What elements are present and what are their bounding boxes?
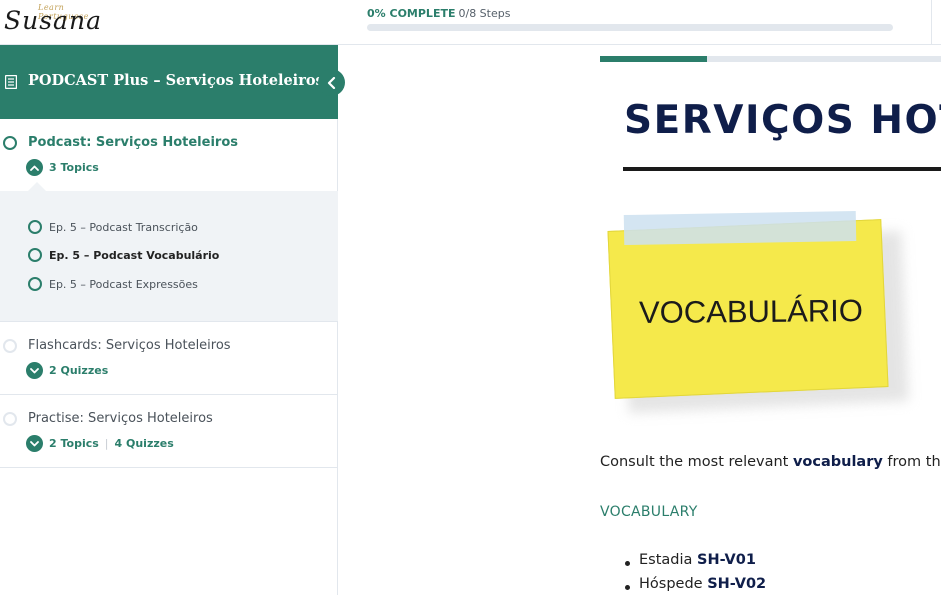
lesson-status-icon: [3, 412, 17, 426]
quizzes-count: 4 Quizzes: [114, 437, 174, 450]
vocab-code: SH-V02: [707, 576, 767, 592]
progress-text: 0% COMPLETE 0/8 Steps: [367, 7, 893, 20]
vocab-code: SH-V01: [697, 552, 756, 568]
chevron-down-icon: [26, 362, 43, 379]
course-header: PODCAST Plus – Serviços Hoteleiros: [0, 45, 338, 119]
content-progress-fill: [600, 56, 707, 62]
panel-notch: [28, 182, 46, 191]
separator: |: [104, 437, 109, 450]
lesson-content: SERVIÇOS HOTE VOCABULÁRIO Consult the mo…: [339, 45, 941, 595]
lesson-status-icon: [3, 136, 17, 150]
vocab-word: Hóspede: [639, 576, 703, 592]
heading-divider: [623, 167, 941, 171]
intro-suffix: from th: [882, 454, 941, 470]
lesson-title-flashcards[interactable]: Flashcards: Serviços Hoteleiros: [28, 338, 231, 353]
intro-prefix: Consult the most relevant: [600, 454, 793, 470]
logo-wordmark: Susana: [4, 6, 102, 35]
top-bar: Learn Portuguese Susana 0% COMPLETE 0/8 S…: [0, 0, 941, 45]
topics-count: 2 Topics: [49, 437, 99, 450]
topic-item[interactable]: Ep. 5 – Podcast Expressões: [28, 277, 198, 291]
topic-status-icon: [28, 277, 42, 291]
sticky-note-text: VOCABULÁRIO: [638, 293, 864, 330]
document-icon: [5, 75, 17, 89]
topic-label: Ep. 5 – Podcast Expressões: [49, 277, 198, 291]
course-sidebar: PODCAST Plus – Serviços Hoteleiros Podca…: [0, 45, 345, 595]
content-progress-bar: [600, 56, 941, 62]
topic-label: Ep. 5 – Podcast Vocabulário: [49, 248, 220, 262]
chevron-down-icon: [26, 435, 43, 452]
topics-count: 3 Topics: [49, 161, 99, 174]
course-progress: 0% COMPLETE 0/8 Steps: [367, 7, 893, 31]
vocabulary-list: Estadia SH-V01 Hóspede SH-V02: [600, 552, 766, 595]
progress-steps: 0/8 Steps: [458, 7, 511, 20]
quizzes-expand-toggle[interactable]: 2 Quizzes: [26, 362, 108, 379]
tape-strip: [623, 210, 857, 246]
quizzes-count: 2 Quizzes: [49, 364, 109, 377]
list-item: Hóspede SH-V02: [600, 576, 766, 595]
vocab-word: Estadia: [639, 552, 693, 568]
topics-quizzes-expand-toggle[interactable]: 2 Topics | 4 Quizzes: [26, 435, 174, 452]
list-item: Estadia SH-V01: [600, 552, 766, 576]
top-divider: [931, 0, 932, 45]
intro-paragraph: Consult the most relevant vocabulary fro…: [600, 454, 941, 470]
topics-panel: Ep. 5 – Podcast Transcrição Ep. 5 – Podc…: [0, 182, 338, 322]
topic-item-active[interactable]: Ep. 5 – Podcast Vocabulário: [28, 248, 219, 262]
vocabulary-sticky-note-image: VOCABULÁRIO: [607, 210, 909, 414]
progress-bar: [367, 24, 893, 31]
lesson-title-practise[interactable]: Practise: Serviços Hoteleiros: [28, 411, 213, 426]
topic-status-icon: [28, 248, 42, 262]
topic-status-icon: [28, 220, 42, 234]
topic-item[interactable]: Ep. 5 – Podcast Transcrição: [28, 220, 198, 234]
chevron-left-icon: [327, 76, 335, 89]
intro-bold: vocabulary: [792, 454, 883, 470]
progress-percent: 0% COMPLETE: [367, 7, 456, 20]
page-title: SERVIÇOS HOTE: [624, 98, 941, 143]
course-title-link[interactable]: PODCAST Plus – Serviços Hoteleiros: [28, 72, 324, 89]
section-label-vocabulary: VOCABULARY: [600, 504, 698, 520]
topics-expand-toggle[interactable]: 3 Topics: [26, 159, 99, 176]
lesson-title-podcast[interactable]: Podcast: Serviços Hoteleiros: [28, 135, 238, 150]
lesson-status-icon: [3, 339, 17, 353]
lesson-flashcards: Flashcards: Serviços Hoteleiros 2 Quizze…: [0, 322, 338, 394]
row-divider: [0, 467, 338, 468]
chevron-up-icon: [26, 159, 43, 176]
lesson-podcast: Podcast: Serviços Hoteleiros 3 Topics: [0, 119, 338, 191]
topic-label: Ep. 5 – Podcast Transcrição: [49, 220, 198, 234]
site-logo[interactable]: Learn Portuguese Susana: [4, 2, 116, 40]
lesson-practise: Practise: Serviços Hoteleiros 2 Topics |…: [0, 395, 338, 467]
